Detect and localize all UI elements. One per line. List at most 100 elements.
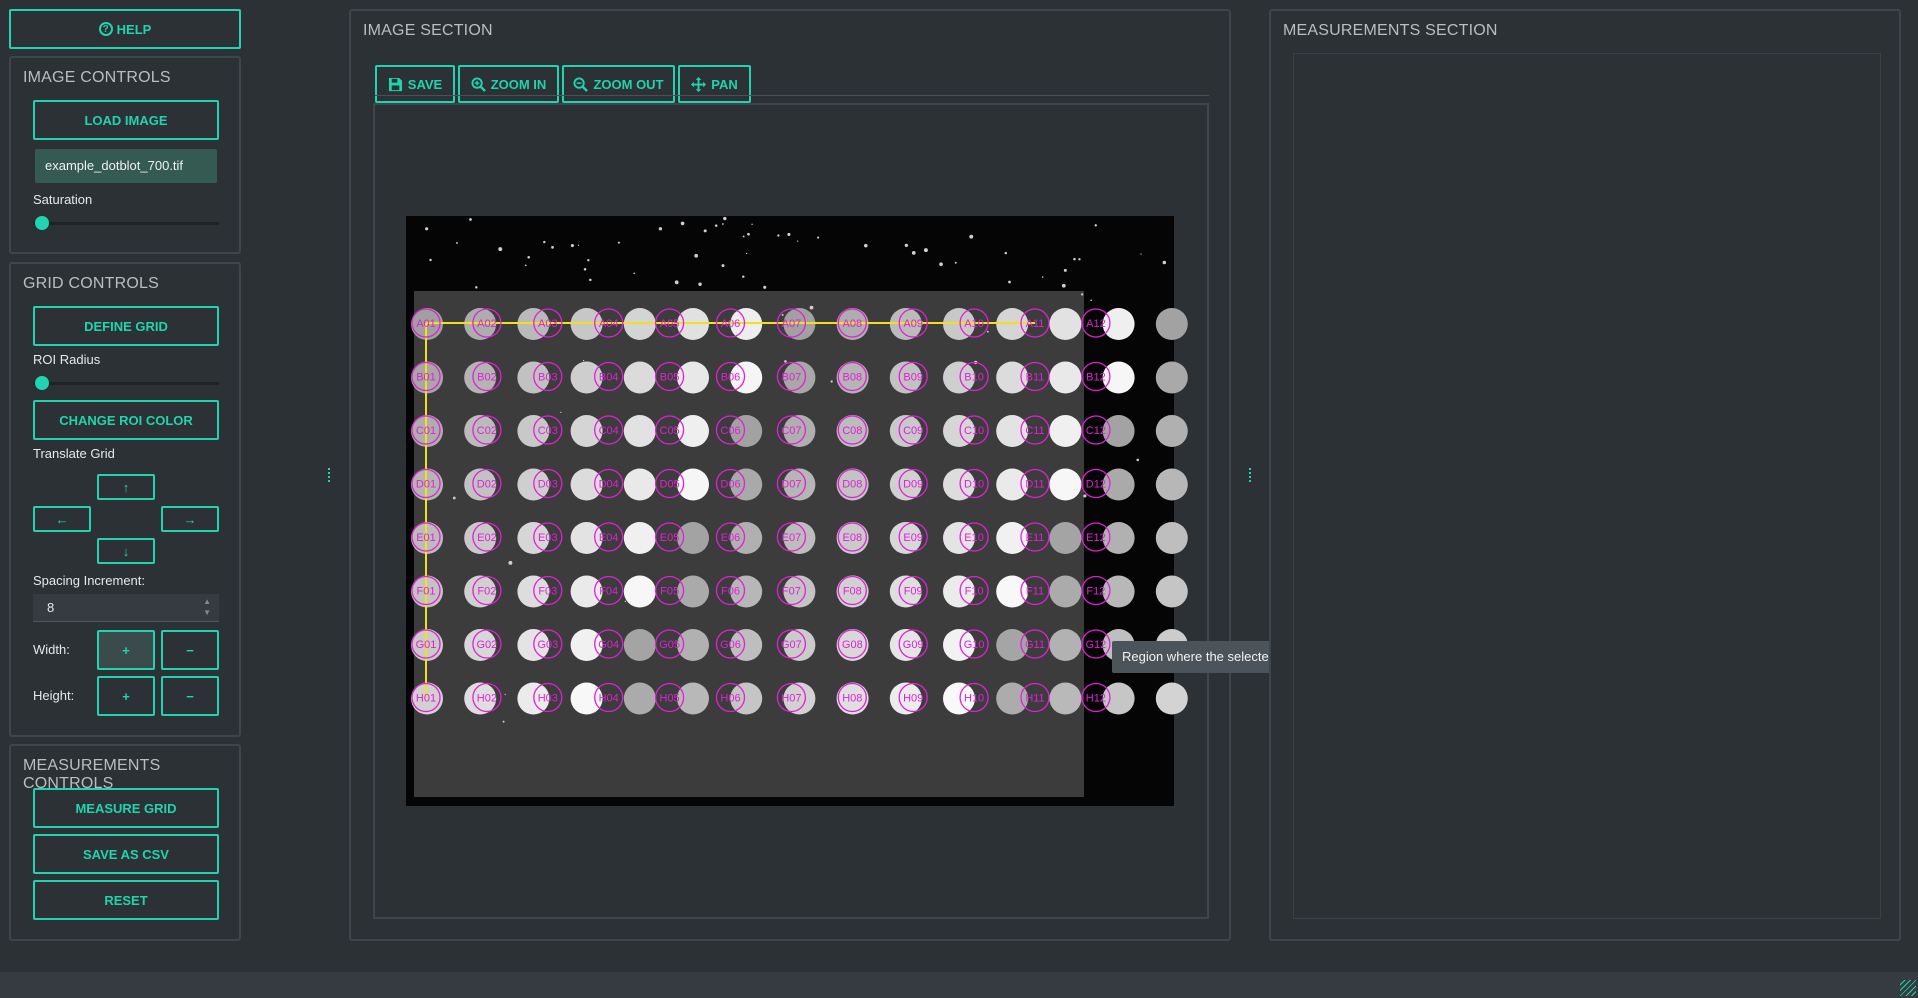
speckle bbox=[954, 261, 957, 264]
speckle bbox=[745, 252, 748, 255]
blot-dot bbox=[996, 575, 1029, 608]
translate-right-button[interactable]: → bbox=[161, 506, 219, 532]
roi-label: H09 bbox=[903, 693, 923, 705]
blot-dot bbox=[623, 522, 656, 554]
zoom-out-button[interactable]: ZOOM OUT bbox=[562, 65, 675, 103]
blot-dot bbox=[677, 682, 709, 715]
speckle bbox=[698, 282, 702, 286]
blot-dot bbox=[677, 522, 709, 554]
roi-label: G03 bbox=[537, 639, 558, 651]
roi-label: F03 bbox=[538, 586, 557, 598]
blot-dot bbox=[623, 682, 656, 715]
blot-dot bbox=[570, 575, 603, 608]
roi-label: D06 bbox=[720, 479, 740, 491]
roi-label: H11 bbox=[1025, 693, 1044, 705]
speckle bbox=[524, 264, 527, 267]
load-image-button[interactable]: LOAD IMAGE bbox=[33, 100, 219, 140]
roi-label: G04 bbox=[598, 639, 619, 651]
speckle bbox=[504, 693, 506, 696]
speckle bbox=[624, 600, 627, 603]
speckle bbox=[543, 240, 546, 244]
roi-label: B09 bbox=[903, 372, 923, 384]
measure-grid-button[interactable]: MEASURE GRID bbox=[33, 788, 219, 828]
roi-label: D02 bbox=[477, 479, 497, 491]
image-display-area[interactable]: A01 A02 A03 A04 A05 A06 A07 A08 A09 A10 A11 A12 B01 B… bbox=[373, 103, 1209, 919]
saturation-slider-knob[interactable] bbox=[35, 216, 50, 230]
roi-label: E02 bbox=[477, 532, 497, 544]
blot-dot bbox=[623, 415, 656, 447]
height-minus-button[interactable]: − bbox=[161, 676, 219, 716]
blot-dot bbox=[1155, 308, 1188, 340]
speckle bbox=[747, 232, 750, 236]
resize-grip-icon[interactable] bbox=[1900, 980, 1916, 996]
dotblot-image[interactable]: A01 A02 A03 A04 A05 A06 A07 A08 A09 A10 A11 A12 B01 B… bbox=[375, 105, 1207, 917]
roi-label: E07 bbox=[782, 532, 802, 544]
roi-label: D04 bbox=[599, 479, 619, 491]
save-csv-button[interactable]: SAVE AS CSV bbox=[33, 834, 219, 874]
blot-dot bbox=[1155, 415, 1188, 447]
image-section-title: IMAGE SECTION bbox=[363, 22, 493, 39]
speckle bbox=[986, 330, 989, 333]
roi-label: C07 bbox=[781, 425, 801, 437]
roi-label: B01 bbox=[416, 372, 436, 384]
help-button[interactable]: ? HELP bbox=[9, 9, 241, 49]
pan-button[interactable]: PAN bbox=[678, 65, 751, 103]
speckle bbox=[674, 280, 679, 285]
change-roi-color-button[interactable]: CHANGE ROI COLOR bbox=[33, 400, 219, 440]
speckle bbox=[904, 243, 909, 248]
roi-label: H08 bbox=[842, 693, 862, 705]
saturation-slider[interactable] bbox=[33, 222, 219, 225]
roi-label: A11 bbox=[1026, 318, 1045, 330]
define-grid-button[interactable]: DEFINE GRID bbox=[33, 306, 219, 346]
height-plus-button[interactable]: + bbox=[97, 676, 155, 716]
roi-label: B06 bbox=[721, 372, 741, 384]
blot-dot bbox=[1102, 522, 1135, 554]
roi-label: F11 bbox=[1026, 586, 1044, 598]
blot-dot bbox=[996, 682, 1029, 715]
save-label: SAVE bbox=[407, 76, 443, 92]
blot-dot bbox=[1049, 629, 1082, 661]
reset-button[interactable]: RESET bbox=[33, 880, 219, 920]
translate-left-button[interactable]: ← bbox=[33, 506, 91, 532]
blot-dot bbox=[1102, 682, 1135, 715]
speckle bbox=[498, 247, 503, 252]
speckle bbox=[587, 259, 590, 262]
roi-label: F07 bbox=[782, 586, 801, 598]
roi-label: A05 bbox=[660, 318, 680, 330]
speckle bbox=[969, 234, 974, 239]
speckle bbox=[742, 235, 745, 238]
translate-up-button[interactable]: ↑ bbox=[97, 474, 155, 500]
roi-label: C05 bbox=[660, 425, 680, 437]
left-splitter-handle[interactable] bbox=[327, 466, 331, 486]
roi-label: B08 bbox=[843, 372, 863, 384]
blot-dot bbox=[1102, 308, 1135, 340]
speckle bbox=[633, 272, 635, 275]
image-controls-title: IMAGE CONTROLS bbox=[23, 69, 171, 86]
roi-label: G08 bbox=[842, 639, 863, 651]
save-button[interactable]: SAVE bbox=[375, 65, 455, 103]
roi-label: E09 bbox=[903, 532, 923, 544]
width-plus-button[interactable]: + bbox=[97, 630, 155, 670]
roi-label: E03 bbox=[538, 532, 558, 544]
blot-dot bbox=[1102, 575, 1135, 608]
speckle bbox=[1004, 251, 1007, 255]
width-minus-button[interactable]: − bbox=[161, 630, 219, 670]
roi-label: B02 bbox=[477, 372, 497, 384]
roi-label: G02 bbox=[477, 639, 498, 651]
zoom-in-button[interactable]: ZOOM IN bbox=[458, 65, 559, 103]
roi-radius-slider[interactable] bbox=[33, 382, 219, 385]
roi-label: E11 bbox=[1026, 532, 1045, 544]
roi-label: D07 bbox=[781, 479, 801, 491]
right-splitter-handle[interactable] bbox=[1248, 466, 1252, 486]
roi-label: E12 bbox=[1086, 532, 1106, 544]
spinner-icon[interactable]: ▲ ▼ bbox=[203, 596, 211, 618]
speckle bbox=[742, 275, 745, 278]
roi-radius-slider-knob[interactable] bbox=[35, 376, 50, 390]
translate-down-button[interactable]: ↓ bbox=[97, 538, 155, 564]
measurements-section-title: MEASUREMENTS SECTION bbox=[1283, 22, 1498, 39]
roi-label: B03 bbox=[538, 372, 558, 384]
spacing-increment-input[interactable]: 8 ▲ ▼ bbox=[33, 594, 219, 622]
height-label: Height: bbox=[33, 688, 75, 703]
blot-dot bbox=[623, 575, 656, 608]
blot-dot bbox=[677, 629, 709, 661]
